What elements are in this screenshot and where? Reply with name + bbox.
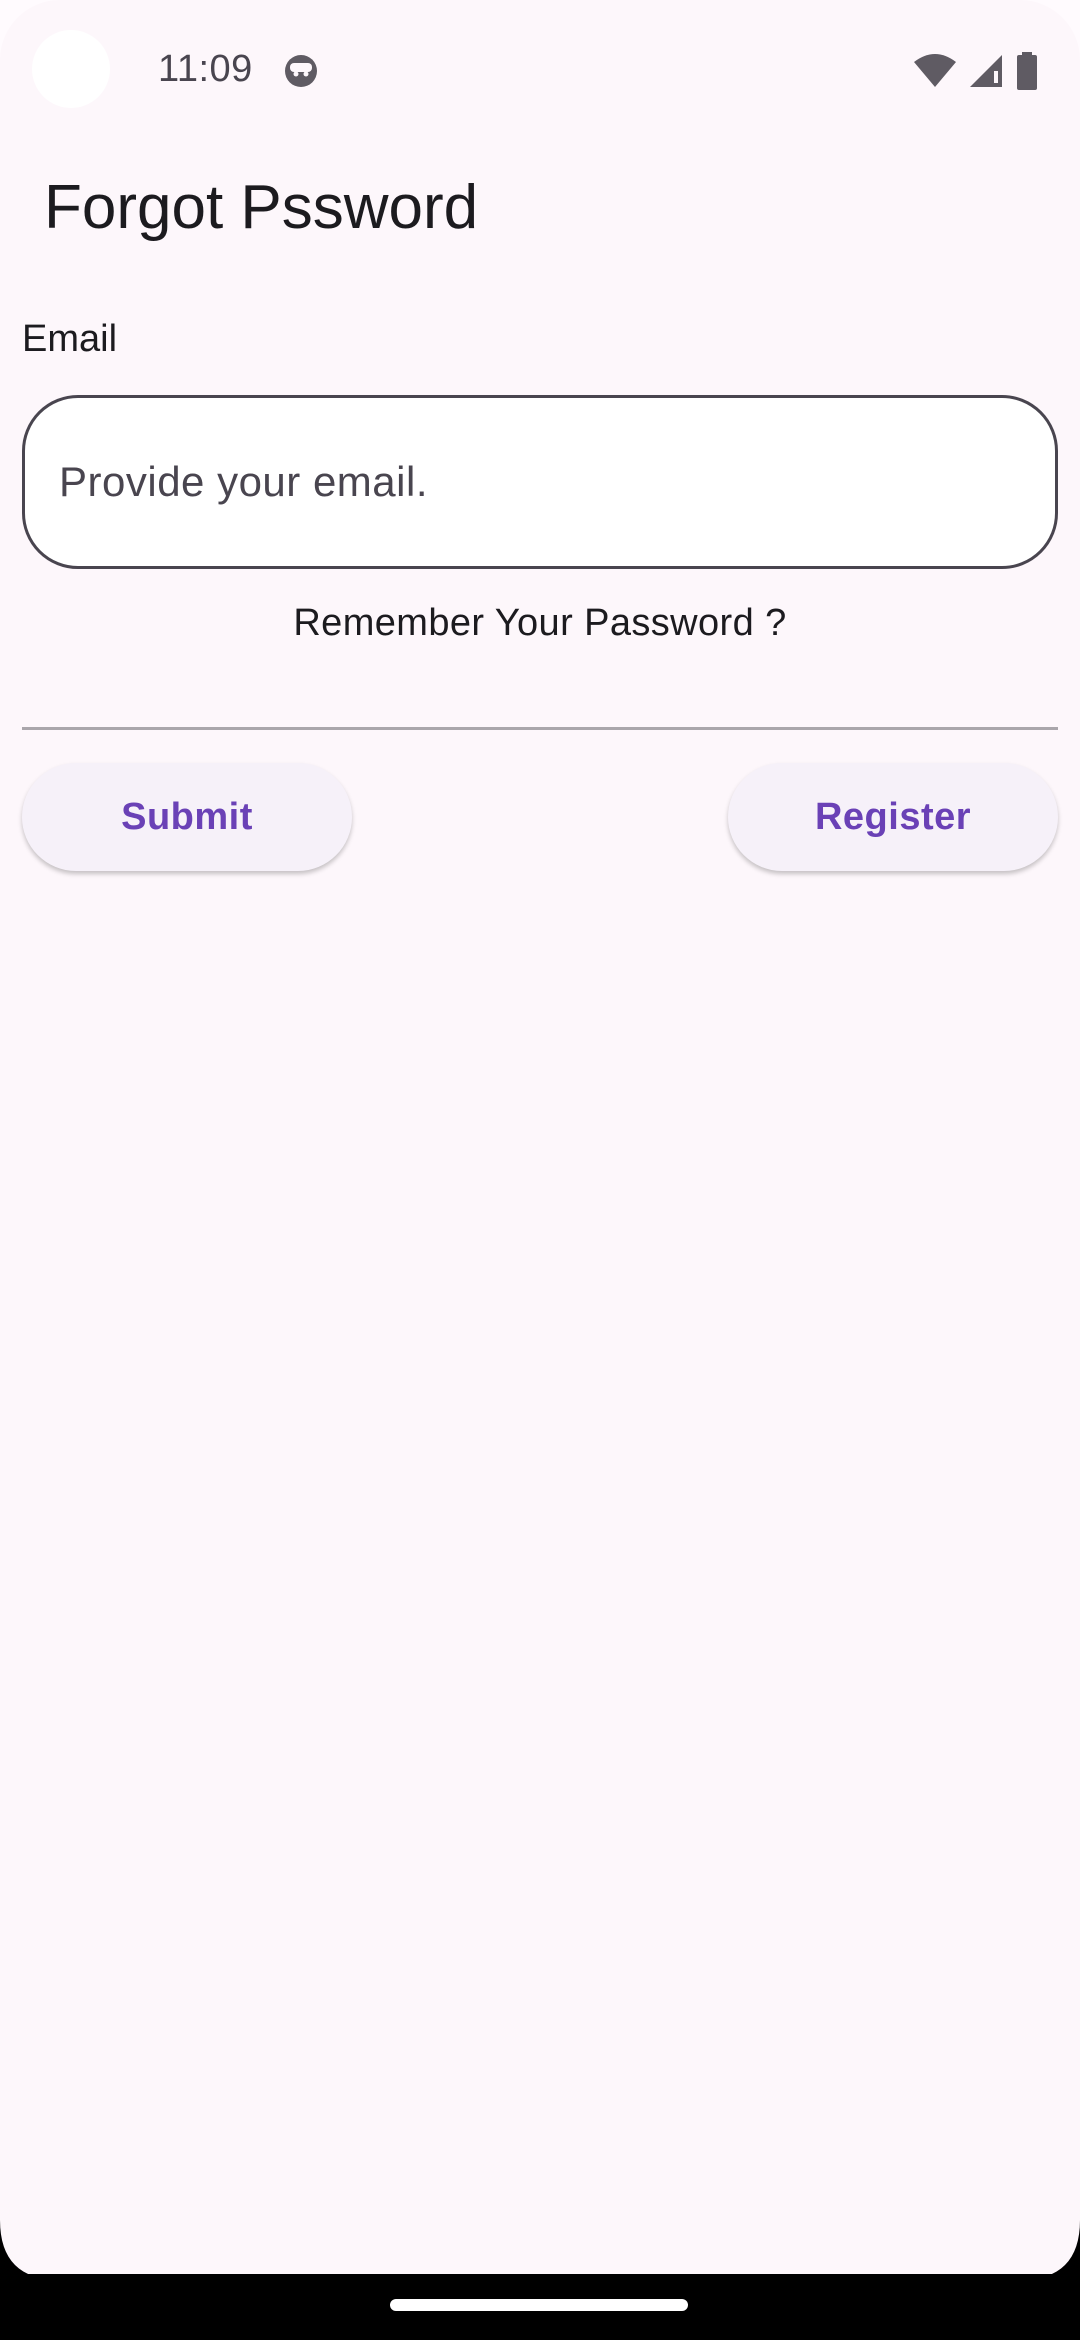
app-screen: 11:09 Forgot Pssword Email Remember Your [0,0,1080,2340]
status-bar: 11:09 [0,0,1080,140]
submit-button[interactable]: Submit [22,763,352,871]
status-icons [914,52,1038,90]
register-button[interactable]: Register [728,763,1058,871]
home-gesture-handle[interactable] [390,2299,688,2311]
signal-icon [970,55,1002,87]
status-time: 11:09 [158,48,253,90]
email-label: Email [22,318,118,360]
screen-corner-right [1020,2220,1080,2280]
screen-corner-left [0,2220,60,2280]
battery-icon [1017,52,1037,90]
page-title: Forgot Pssword [44,173,479,242]
android-face-icon [285,55,317,87]
email-field[interactable] [22,395,1058,569]
divider [22,727,1058,730]
email-input[interactable] [57,457,1055,507]
wifi-icon [914,54,956,87]
camera-cutout [32,30,110,108]
remember-password-link[interactable]: Remember Your Password ? [0,602,1080,645]
